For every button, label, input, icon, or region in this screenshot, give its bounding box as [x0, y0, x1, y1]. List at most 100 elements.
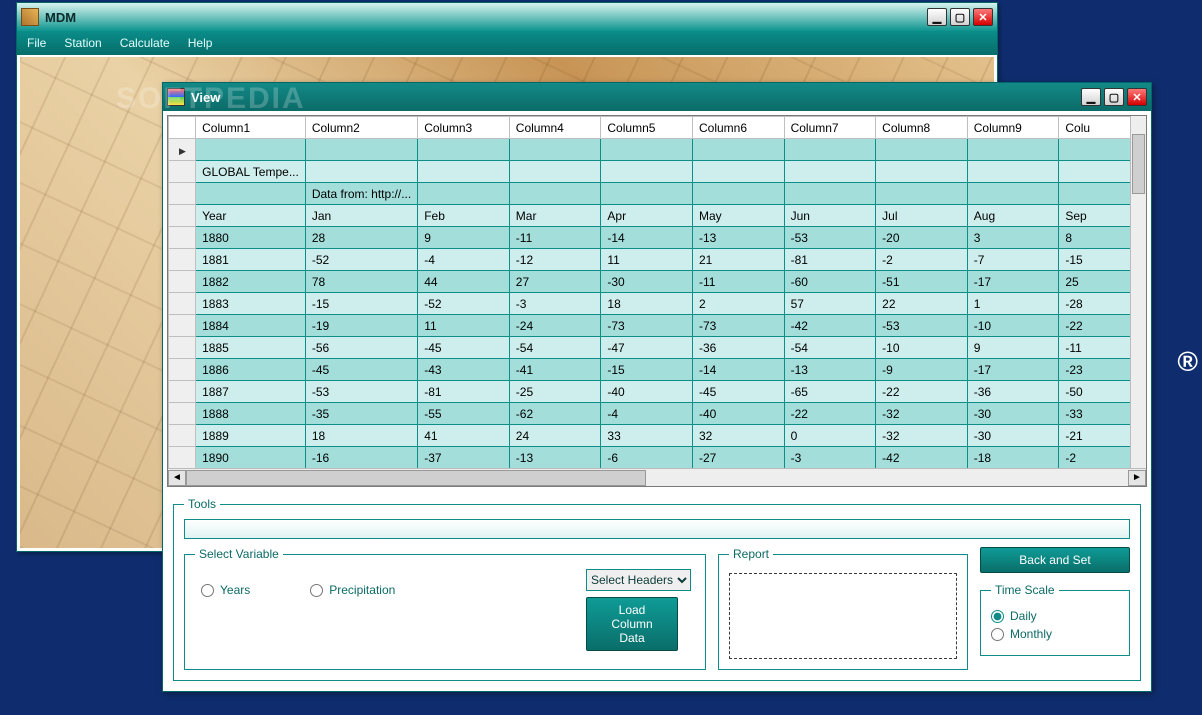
- cell[interactable]: May: [692, 205, 784, 227]
- cell[interactable]: 21: [692, 249, 784, 271]
- cell[interactable]: Year: [196, 205, 306, 227]
- cell[interactable]: -40: [692, 403, 784, 425]
- radio-daily[interactable]: Daily: [991, 609, 1119, 623]
- cell[interactable]: 41: [418, 425, 510, 447]
- cell[interactable]: [692, 183, 784, 205]
- close-button[interactable]: ✕: [1127, 88, 1147, 106]
- scroll-right-button[interactable]: ►: [1128, 470, 1146, 486]
- cell[interactable]: 1885: [196, 337, 306, 359]
- table-row[interactable]: 1885-56-45-54-47-36-54-109-11: [169, 337, 1146, 359]
- cell[interactable]: -15: [305, 293, 417, 315]
- cell[interactable]: 1882: [196, 271, 306, 293]
- cell[interactable]: -13: [784, 359, 876, 381]
- horizontal-scrollbar[interactable]: ◄ ►: [168, 468, 1146, 486]
- cell[interactable]: -3: [509, 293, 601, 315]
- cell[interactable]: 1890: [196, 447, 306, 469]
- cell[interactable]: [601, 183, 693, 205]
- table-row[interactable]: 1886-45-43-41-15-14-13-9-17-23: [169, 359, 1146, 381]
- cell[interactable]: [692, 139, 784, 161]
- maximize-button[interactable]: ▢: [950, 8, 970, 26]
- radio-monthly[interactable]: Monthly: [991, 627, 1119, 641]
- table-row[interactable]: 1884-1911-24-73-73-42-53-10-22: [169, 315, 1146, 337]
- cell[interactable]: -10: [967, 315, 1059, 337]
- cell[interactable]: -11: [692, 271, 784, 293]
- table-row[interactable]: 1883-15-52-318257221-28: [169, 293, 1146, 315]
- cell[interactable]: -36: [692, 337, 784, 359]
- cell[interactable]: -62: [509, 403, 601, 425]
- cell[interactable]: -47: [601, 337, 693, 359]
- cell[interactable]: 1887: [196, 381, 306, 403]
- table-row[interactable]: [169, 139, 1146, 161]
- cell[interactable]: [876, 183, 968, 205]
- back-and-set-button[interactable]: Back and Set: [980, 547, 1130, 573]
- select-headers-dropdown[interactable]: Select Headers: [586, 569, 691, 591]
- cell[interactable]: -45: [692, 381, 784, 403]
- table-row[interactable]: 1887-53-81-25-40-45-65-22-36-50: [169, 381, 1146, 403]
- cell[interactable]: 1886: [196, 359, 306, 381]
- cell[interactable]: -22: [876, 381, 968, 403]
- minimize-button[interactable]: ▁: [1081, 88, 1101, 106]
- table-row[interactable]: 1888-35-55-62-4-40-22-32-30-33: [169, 403, 1146, 425]
- cell[interactable]: -11: [509, 227, 601, 249]
- cell[interactable]: -22: [784, 403, 876, 425]
- cell[interactable]: 18: [601, 293, 693, 315]
- cell[interactable]: -45: [305, 359, 417, 381]
- column-header[interactable]: Column4: [509, 117, 601, 139]
- cell[interactable]: -19: [305, 315, 417, 337]
- cell[interactable]: Jun: [784, 205, 876, 227]
- cell[interactable]: 1884: [196, 315, 306, 337]
- cell[interactable]: -73: [692, 315, 784, 337]
- cell[interactable]: -32: [876, 403, 968, 425]
- column-header[interactable]: Column8: [876, 117, 968, 139]
- cell[interactable]: 32: [692, 425, 784, 447]
- cell[interactable]: -54: [509, 337, 601, 359]
- cell[interactable]: -45: [418, 337, 510, 359]
- cell[interactable]: 28: [305, 227, 417, 249]
- column-header[interactable]: Column1: [196, 117, 306, 139]
- cell[interactable]: 1888: [196, 403, 306, 425]
- cell[interactable]: 44: [418, 271, 510, 293]
- cell[interactable]: 24: [509, 425, 601, 447]
- cell[interactable]: -24: [509, 315, 601, 337]
- cell[interactable]: Jan: [305, 205, 417, 227]
- cell[interactable]: Jul: [876, 205, 968, 227]
- cell[interactable]: -7: [967, 249, 1059, 271]
- cell[interactable]: 11: [418, 315, 510, 337]
- table-row[interactable]: 1881-52-4-121121-81-2-7-15: [169, 249, 1146, 271]
- menu-station[interactable]: Station: [64, 36, 101, 50]
- cell[interactable]: Feb: [418, 205, 510, 227]
- table-row[interactable]: 1882784427-30-11-60-51-1725: [169, 271, 1146, 293]
- cell[interactable]: -81: [784, 249, 876, 271]
- cell[interactable]: [601, 161, 693, 183]
- cell[interactable]: -10: [876, 337, 968, 359]
- vertical-scrollbar[interactable]: [1130, 116, 1146, 468]
- cell[interactable]: -52: [305, 249, 417, 271]
- cell[interactable]: [196, 139, 306, 161]
- cell[interactable]: [196, 183, 306, 205]
- cell[interactable]: 9: [967, 337, 1059, 359]
- cell[interactable]: 22: [876, 293, 968, 315]
- cell[interactable]: -13: [509, 447, 601, 469]
- cell[interactable]: Aug: [967, 205, 1059, 227]
- cell[interactable]: -56: [305, 337, 417, 359]
- cell[interactable]: [967, 183, 1059, 205]
- cell[interactable]: -53: [876, 315, 968, 337]
- cell[interactable]: -14: [692, 359, 784, 381]
- cell[interactable]: -42: [784, 315, 876, 337]
- cell[interactable]: [876, 139, 968, 161]
- cell[interactable]: -13: [692, 227, 784, 249]
- cell[interactable]: 9: [418, 227, 510, 249]
- load-column-data-button[interactable]: Load Column Data: [586, 597, 678, 651]
- cell[interactable]: [784, 161, 876, 183]
- cell[interactable]: 1881: [196, 249, 306, 271]
- minimize-button[interactable]: ▁: [927, 8, 947, 26]
- cell[interactable]: -17: [967, 271, 1059, 293]
- cell[interactable]: -30: [601, 271, 693, 293]
- table-row[interactable]: 188918412433320-32-30-21: [169, 425, 1146, 447]
- cell[interactable]: -3: [784, 447, 876, 469]
- table-row[interactable]: YearJanFebMarAprMayJunJulAugSep: [169, 205, 1146, 227]
- data-grid[interactable]: Column1Column2Column3Column4Column5Colum…: [167, 115, 1147, 487]
- cell[interactable]: -16: [305, 447, 417, 469]
- cell[interactable]: -30: [967, 425, 1059, 447]
- cell[interactable]: -81: [418, 381, 510, 403]
